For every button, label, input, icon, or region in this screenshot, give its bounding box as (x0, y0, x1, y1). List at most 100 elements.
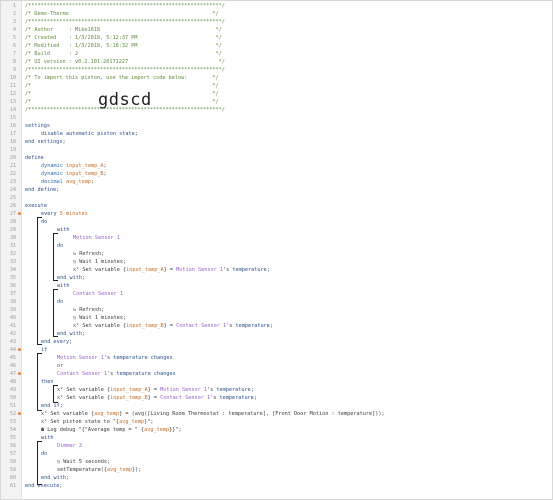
code-token: end if (41, 403, 60, 409)
warning-marker-icon[interactable]: ● (18, 370, 21, 378)
line-number: 36 (9, 283, 16, 289)
code-line: 54 ☗ Log debug "{"Average temp = " {avg_t… (1, 426, 552, 434)
code-token: }"; (144, 419, 154, 425)
line-number: 43 (9, 339, 16, 345)
code-line: 16 settings (1, 122, 552, 130)
code-token: avg_temp (66, 179, 91, 185)
code-token: } = (163, 267, 177, 273)
code-line: 24 end define; (1, 186, 552, 194)
code-line: 4 /* Author : Mike1618 */ (1, 26, 552, 34)
code-token: ; (269, 323, 273, 329)
code-token: temperature (235, 323, 270, 329)
code-line: 14/*************************************… (1, 106, 552, 114)
code-text: with (57, 282, 70, 290)
code-text: x² Set variable {input_temp_B} = Contact… (73, 322, 273, 330)
block-bracket-every (37, 217, 42, 345)
code-text: Motion Sensor 1's temperature changes (57, 354, 173, 362)
line-number: 7 (12, 51, 16, 57)
code-line: 27 ● every 5 minutes (1, 210, 552, 218)
code-token: /* */ (25, 83, 219, 89)
line-number: 49 (9, 387, 16, 393)
code-token: then (41, 379, 54, 385)
code-line: 58 ◷ Wait 5 seconds; (1, 458, 552, 466)
code-token: 's (222, 267, 233, 273)
code-token: end define (25, 187, 57, 193)
code-line: 15 (1, 114, 552, 122)
code-text: with (57, 226, 70, 234)
code-token: avg_temp (94, 411, 120, 417)
line-number: 50 (9, 395, 16, 401)
code-line: 19 (1, 146, 552, 154)
line-number: 20 (9, 155, 16, 161)
code-text: end define; (25, 186, 59, 194)
code-token: Refresh; (79, 307, 105, 313)
line-number: 14 (9, 107, 16, 113)
line-number: 58 (9, 459, 16, 465)
code-line: 61 end execute; (1, 482, 552, 490)
code-token: x² (73, 267, 83, 273)
code-token: Wait 1 minutes; (79, 315, 127, 321)
code-token: Set variable { (66, 387, 111, 393)
code-text: x² Set piston state to "{avg_temp}"; (41, 418, 153, 426)
code-text: Dimmer 3 (57, 442, 82, 450)
code-token: temperature (216, 387, 251, 393)
line-number: 39 (9, 307, 16, 313)
warning-marker-icon[interactable]: ● (18, 210, 21, 218)
line-number: 47 (9, 371, 16, 377)
line-number: 56 (9, 443, 16, 449)
code-token: } = (163, 323, 177, 329)
code-line: 50 x² Set variable {input_temp_B} = Conta… (1, 394, 552, 402)
code-line: 38 do (1, 298, 552, 306)
line-number: 59 (9, 467, 16, 473)
code-line: 37 Contact Sensor 1 (1, 290, 552, 298)
code-text: /* UI version : v0.2.101.20171227 */ (25, 58, 225, 66)
code-token: temperature (219, 395, 254, 401)
code-line: 47 ● Contact Sensor 1's temperature change… (1, 370, 552, 378)
line-number: 37 (9, 291, 16, 297)
line-number: 26 (9, 203, 16, 209)
code-line: 2 /* Demo-Thermo */ (1, 10, 552, 18)
code-line: 34 x² Set variable {input_temp_A} = Motio… (1, 266, 552, 274)
code-line: 12/* */ (1, 90, 552, 98)
code-line: 46 or (1, 362, 552, 370)
code-token: ; (59, 403, 63, 409)
line-number: 13 (9, 99, 16, 105)
code-token: 5 minutes (59, 211, 88, 217)
line-number: 10 (9, 75, 16, 81)
line-number: 35 (9, 275, 16, 281)
code-token: }}"; (169, 427, 182, 433)
code-token: Contact Sensor 1 (57, 371, 107, 377)
code-token: end with (57, 331, 82, 337)
code-text: /* */ (25, 82, 219, 90)
warning-marker-icon[interactable]: ● (18, 410, 21, 418)
line-number: 44 (9, 347, 16, 353)
code-token: execute (25, 203, 47, 209)
line-number: 42 (9, 331, 16, 337)
code-token: Refresh; (79, 251, 105, 257)
line-number: 8 (12, 59, 16, 65)
code-text: Contact Sensor 1 (73, 290, 123, 298)
code-line: 42 end with; (1, 330, 552, 338)
code-token: Contact Sensor 1 (160, 395, 211, 401)
code-token: } = (147, 387, 161, 393)
code-token: ; (266, 267, 270, 273)
code-token: temperature changes (113, 355, 173, 361)
code-token: ; (59, 483, 63, 489)
code-token: end every (41, 339, 70, 345)
warning-marker-icon[interactable]: ● (18, 346, 21, 354)
code-text: x² Set variable {avg_temp} = (avg([Livin… (41, 410, 385, 418)
line-number: 16 (9, 123, 16, 129)
code-token: Set piston state to "{ (50, 419, 120, 425)
code-token: ; (56, 187, 60, 193)
line-number: 30 (9, 235, 16, 241)
code-token: /* Author : Mike1618 */ (25, 27, 222, 33)
code-line: 1 /**************************************… (1, 2, 552, 10)
block-bracket-with-contact (53, 289, 58, 337)
code-line: 59 setTemperature({avg_temp}); (1, 466, 552, 474)
code-line: 22 dynamic input_temp_B; (1, 170, 552, 178)
code-token: every (41, 211, 60, 217)
code-token: input_temp_A (110, 387, 148, 393)
code-text: end every; (41, 338, 72, 346)
line-number: 53 (9, 419, 16, 425)
code-text: x² Set variable {input_temp_A} = Motion … (73, 266, 270, 274)
